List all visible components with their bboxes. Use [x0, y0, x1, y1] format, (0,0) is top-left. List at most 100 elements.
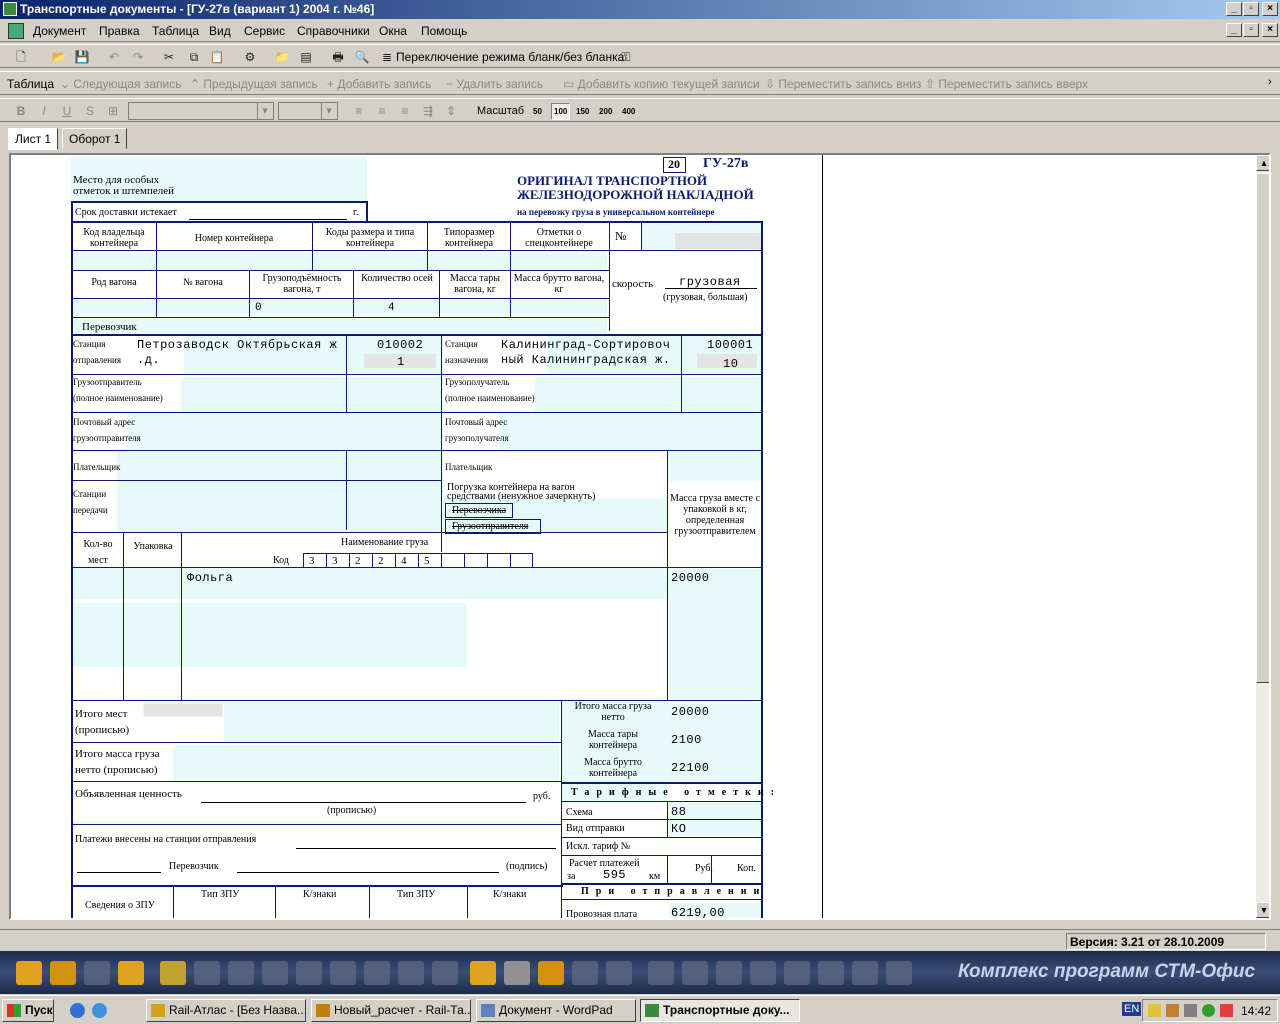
delete-record-button[interactable]: − Удалить запись: [446, 77, 543, 91]
chevron-right-icon[interactable]: ›: [1268, 76, 1272, 88]
net-mass-value[interactable]: 20000: [671, 705, 710, 719]
minimize-button[interactable]: _: [1226, 2, 1242, 16]
task-new-calc[interactable]: Новый_расчет - Rail-Та...: [311, 999, 471, 1022]
tool-icon[interactable]: [364, 961, 390, 985]
capacity-value[interactable]: 0: [255, 302, 262, 314]
close-button[interactable]: ×: [1262, 2, 1278, 16]
tool-icon[interactable]: [572, 961, 598, 985]
undo-icon[interactable]: ↶: [105, 49, 123, 65]
folder-tool-icon[interactable]: [50, 961, 76, 985]
code-digit[interactable]: 3: [332, 556, 338, 567]
folder-tool-icon[interactable]: [16, 961, 42, 985]
gross-mass-value[interactable]: 22100: [671, 761, 710, 775]
copy-icon[interactable]: ⧉: [185, 49, 203, 65]
blank-icon[interactable]: ⚿: [617, 49, 635, 65]
task-rail-atlas[interactable]: Rail-Атлас - [Без Назва...: [146, 999, 306, 1022]
menu-edit[interactable]: Правка: [99, 24, 140, 38]
train-icon[interactable]: [538, 961, 564, 985]
tool-icon[interactable]: [886, 961, 912, 985]
scale-50[interactable]: 50: [533, 107, 542, 116]
scroll-thumb[interactable]: [1256, 173, 1269, 683]
tab-reverse1[interactable]: Оборот 1: [62, 128, 128, 149]
dispatch-type-value[interactable]: КО: [671, 822, 686, 836]
mode-icon[interactable]: ≣: [378, 49, 396, 65]
paste-icon[interactable]: 📋: [208, 49, 226, 65]
speed-value[interactable]: грузовая: [679, 275, 741, 289]
folder-tool-icon[interactable]: [118, 961, 144, 985]
grid-icon[interactable]: ⊞: [104, 103, 122, 119]
restore-button[interactable]: ▫: [1243, 2, 1259, 16]
ie-icon[interactable]: [70, 1003, 85, 1018]
dep-station-value[interactable]: Петрозаводск Октябрьская ж: [137, 338, 337, 352]
save-icon[interactable]: 💾: [73, 49, 91, 65]
tool-icon[interactable]: [398, 961, 424, 985]
find-icon[interactable]: ⚙: [241, 49, 259, 65]
km-value[interactable]: 595: [603, 868, 626, 882]
scheme-value[interactable]: 88: [671, 805, 686, 819]
wrap-icon[interactable]: ⇶: [419, 103, 437, 119]
tool-icon[interactable]: [262, 961, 288, 985]
move-up-button[interactable]: ⇧ Переместить запись вверх: [925, 77, 1088, 91]
quicklaunch-icon[interactable]: [92, 1003, 107, 1018]
tool-icon[interactable]: [750, 961, 776, 985]
menu-table[interactable]: Таблица: [152, 24, 199, 38]
tool-icon[interactable]: [648, 961, 674, 985]
align-left-icon[interactable]: ≡: [350, 103, 368, 119]
tool-icon[interactable]: [818, 961, 844, 985]
add-record-button[interactable]: + Добавить запись: [327, 77, 431, 91]
scale-100[interactable]: 100: [551, 103, 571, 120]
underline-icon[interactable]: U: [58, 103, 76, 119]
font-select[interactable]: [128, 102, 274, 120]
task-transport-docs[interactable]: Транспортные доку...: [640, 999, 800, 1022]
code-digit[interactable]: 2: [378, 556, 384, 567]
redo-icon[interactable]: ↷: [129, 49, 147, 65]
tray-icon[interactable]: [1202, 1004, 1215, 1017]
by-carrier-option[interactable]: Перевозчика: [445, 503, 513, 518]
dep-station-value-2[interactable]: .д.: [137, 353, 160, 367]
code-digit[interactable]: 2: [355, 556, 361, 567]
code-digit[interactable]: 4: [401, 556, 407, 567]
tool-icon[interactable]: [330, 961, 356, 985]
by-shipper-option[interactable]: Грузоотправителя: [445, 519, 541, 534]
tool-icon[interactable]: [296, 961, 322, 985]
menu-references[interactable]: Справочники: [297, 24, 370, 38]
code-digit[interactable]: 5: [424, 556, 430, 567]
align-center-icon[interactable]: ≡: [373, 103, 391, 119]
tool-icon[interactable]: [84, 961, 110, 985]
dest-code-value[interactable]: 100001: [707, 338, 753, 352]
tool-icon[interactable]: [606, 961, 632, 985]
scale-400[interactable]: 400: [622, 107, 635, 116]
start-button[interactable]: Пуск: [2, 999, 54, 1022]
new-icon[interactable]: 🗋: [12, 49, 30, 65]
dest-station-value-2[interactable]: ный Калининградская ж.: [501, 353, 670, 367]
doc-icon[interactable]: [8, 23, 24, 39]
cut-icon[interactable]: ✂: [160, 49, 178, 65]
dep-code-value[interactable]: 010002: [377, 338, 423, 352]
export-icon[interactable]: ▤: [297, 49, 315, 65]
tool-icon[interactable]: [784, 961, 810, 985]
menu-windows[interactable]: Окна: [379, 24, 407, 38]
dep-sub-value[interactable]: 1: [397, 355, 405, 369]
dest-station-value[interactable]: Калининград-Сортировоч: [501, 338, 670, 352]
size-select[interactable]: [278, 102, 338, 120]
menu-view[interactable]: Вид: [209, 24, 231, 38]
valign-icon[interactable]: ⇕: [442, 103, 460, 119]
tool-icon[interactable]: [716, 961, 742, 985]
prev-record-button[interactable]: ⌃ Предыдущая запись: [190, 77, 318, 91]
align-right-icon[interactable]: ≡: [396, 103, 414, 119]
italic-icon[interactable]: I: [35, 103, 53, 119]
volume-icon[interactable]: [1184, 1004, 1197, 1017]
cargo-name-value[interactable]: Фольга: [187, 571, 233, 585]
scroll-down-arrow-icon[interactable]: ▼: [1256, 902, 1269, 918]
tool-icon[interactable]: [160, 961, 186, 985]
move-down-button[interactable]: ⇩ Переместить запись вниз: [765, 77, 921, 91]
tool-icon[interactable]: [852, 961, 878, 985]
language-indicator[interactable]: EN: [1122, 1002, 1142, 1016]
tool-icon[interactable]: [432, 961, 458, 985]
tray-icon[interactable]: [1166, 1004, 1179, 1017]
preview-icon[interactable]: 🔍: [353, 49, 371, 65]
tray-icon[interactable]: [1148, 1004, 1161, 1017]
tray-icon[interactable]: [1220, 1004, 1233, 1017]
mode-switch-button[interactable]: Переключение режима бланк/без бланка: [396, 50, 624, 64]
cargo-mass-value[interactable]: 20000: [671, 571, 710, 585]
